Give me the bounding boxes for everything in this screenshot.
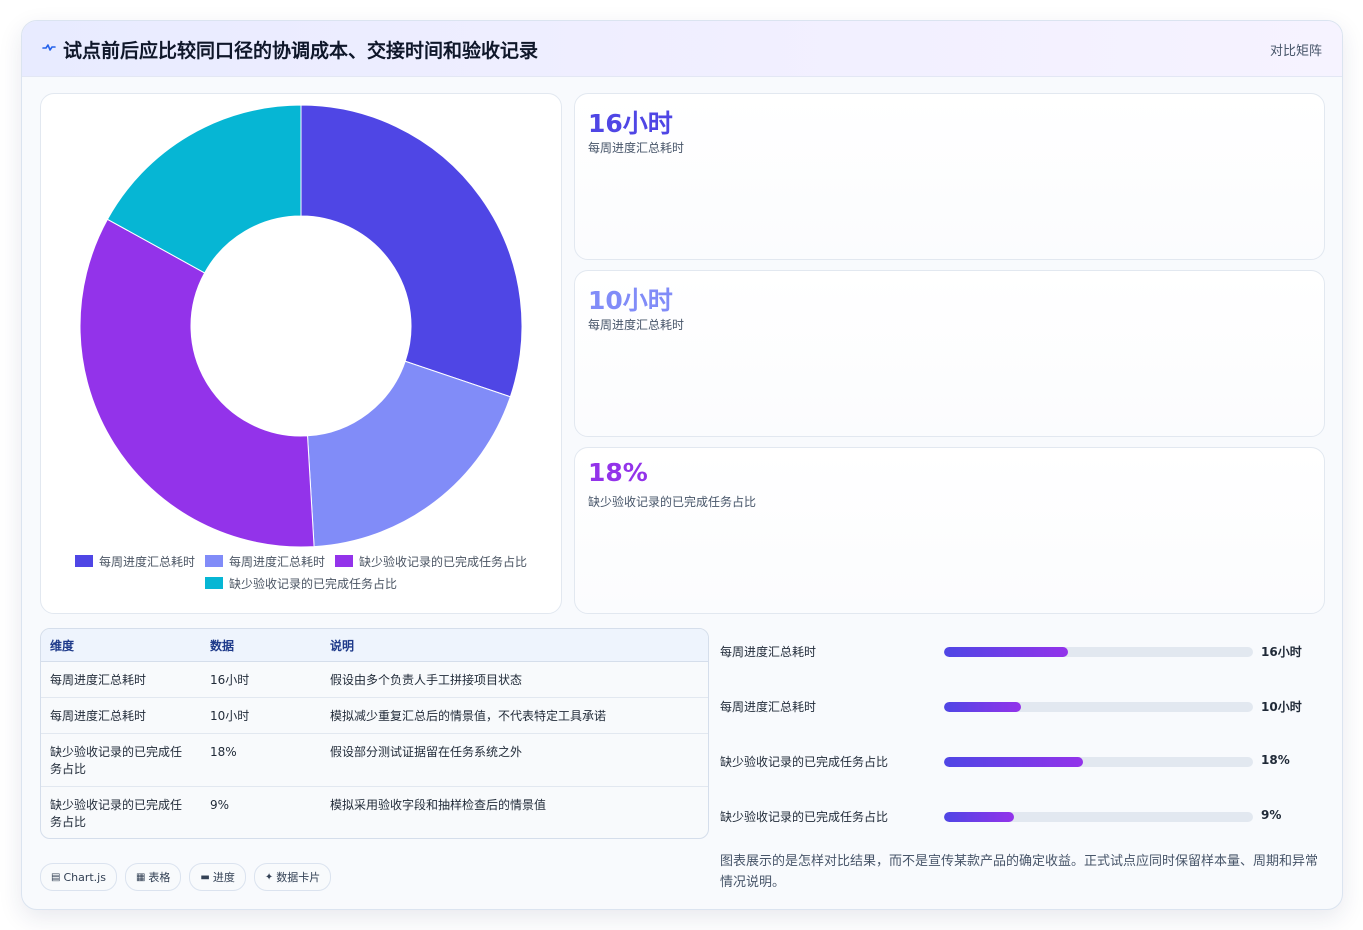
legend-item[interactable]: 每周进度汇总耗时 (204, 552, 325, 570)
chart-icon: ▤ (51, 871, 61, 883)
stat-value: 18% (588, 458, 648, 487)
stat-card: 18% 缺少验收记录的已完成任务占比 (574, 447, 1325, 614)
chip-chartjs[interactable]: ▤ Chart.js (40, 863, 117, 891)
chip-table[interactable]: ▦ 表格 (124, 863, 182, 891)
progress-row: 每周进度汇总耗时 16小时 (720, 641, 1320, 661)
column-header: 说明 (321, 629, 708, 662)
progress-track (944, 647, 1253, 657)
progress-value: 10小时 (1261, 700, 1302, 714)
progress-icon: ▬ (200, 871, 210, 883)
table-cell: 9% (210, 798, 230, 812)
progress-label: 缺少验收记录的已完成任务占比 (720, 755, 889, 769)
chip-progress[interactable]: ▬ 进度 (189, 863, 246, 891)
pie-slice[interactable] (300, 104, 523, 398)
sparkle-icon: ✦ (264, 871, 274, 883)
table-header-row: 维度 数据 说明 (41, 629, 708, 662)
progress-label: 每周进度汇总耗时 (720, 700, 817, 714)
pie-slice[interactable] (306, 360, 511, 548)
chip-label: 表格 (148, 871, 171, 884)
legend-label: 每周进度汇总耗时 (98, 554, 195, 569)
chip-label: Chart.js (63, 870, 106, 884)
progress-fill (944, 757, 1084, 767)
column-header: 维度 (41, 629, 201, 662)
progress-fill (944, 702, 1022, 712)
table-cell: 缺少验收记录的已完成任务占比 (50, 798, 183, 829)
dashboard-card: 试点前后应比较同口径的协调成本、交接时间和验收记录 对比矩阵 每周进度汇总耗时每… (21, 20, 1343, 910)
chart-legend: 每周进度汇总耗时 每周进度汇总耗时 缺少验收记录的已完成任务占比 缺少验收记录的已完成… (51, 552, 551, 592)
table-cell: 每周进度汇总耗时 (41, 697, 201, 734)
chip-label: 进度 (212, 871, 235, 884)
legend-swatch (204, 555, 223, 567)
progress-row: 缺少验收记录的已完成任务占比 18% (720, 751, 1320, 771)
table-row: 缺少验收记录的已完成任务占比 18% 假设部分测试证据留在任务系统之外 (41, 733, 708, 787)
table-cell: 16小时 (201, 661, 321, 698)
legend-item[interactable]: 每周进度汇总耗时 (74, 552, 195, 570)
card-header: 试点前后应比较同口径的协调成本、交接时间和验收记录 对比矩阵 (22, 21, 1342, 77)
legend-label: 每周进度汇总耗时 (228, 554, 325, 569)
column-header: 数据 (201, 629, 321, 662)
table-cell: 10小时 (201, 697, 321, 734)
table-cell: 模拟采用验收字段和抽样检查后的情景值 (330, 798, 547, 812)
legend-swatch (335, 555, 353, 567)
page-title: 试点前后应比较同口径的协调成本、交接时间和验收记录 (63, 40, 539, 62)
stat-value: 16小时 (588, 109, 673, 138)
chart-note: 图表展示的是怎样对比结果，而不是宣传某款产品的确定收益。正式试点应同时保留样本量… (720, 854, 1319, 890)
table-row: 每周进度汇总耗时 10小时 模拟减少重复汇总后的情景值，不代表特定工具承诺 (41, 697, 708, 734)
table-cell: 模拟减少重复汇总后的情景值，不代表特定工具承诺 (321, 697, 708, 734)
table-icon: ▦ (135, 871, 146, 883)
stat-label: 每周进度汇总耗时 (588, 141, 685, 155)
stat-card: 16小时 每周进度汇总耗时 (574, 93, 1325, 260)
doughnut-chart (79, 104, 523, 548)
table-row: 每周进度汇总耗时 16小时 假设由多个负责人手工拼接项目状态 (41, 661, 708, 698)
data-table-panel: 维度 数据 说明 每周进度汇总耗时 16小时 假设由多个负责人手工拼接项目状态 … (40, 628, 709, 839)
progress-track (944, 812, 1253, 822)
progress-value: 16小时 (1261, 645, 1302, 659)
chip-label: 数据卡片 (276, 871, 321, 884)
progress-label: 缺少验收记录的已完成任务占比 (720, 810, 889, 824)
table-row: 缺少验收记录的已完成任务占比 9% 模拟采用验收字段和抽样检查后的情景值 (41, 787, 708, 839)
table-cell: 假设由多个负责人手工拼接项目状态 (321, 661, 708, 698)
progress-track (944, 702, 1253, 712)
legend-item[interactable]: 缺少验收记录的已完成任务占比 (335, 552, 527, 570)
legend-swatch (204, 577, 223, 589)
pulse-icon (42, 44, 56, 51)
stat-label: 缺少验收记录的已完成任务占比 (588, 495, 757, 509)
table-cell: 缺少验收记录的已完成任务占比 (41, 733, 201, 787)
progress-label: 每周进度汇总耗时 (720, 645, 817, 659)
table-cell: 假设部分测试证据留在任务系统之外 (321, 733, 708, 787)
progress-row: 每周进度汇总耗时 10小时 (720, 696, 1320, 716)
header-tag: 对比矩阵 (1269, 44, 1322, 59)
legend-swatch (74, 555, 93, 567)
progress-value: 18% (1261, 753, 1290, 767)
progress-row: 缺少验收记录的已完成任务占比 9% (720, 806, 1320, 826)
table-cell: 每周进度汇总耗时 (41, 661, 201, 698)
progress-fill (944, 812, 1014, 822)
legend-item[interactable]: 缺少验收记录的已完成任务占比 (204, 574, 397, 592)
table-cell: 18% (201, 733, 321, 787)
data-table: 维度 数据 说明 每周进度汇总耗时 16小时 假设由多个负责人手工拼接项目状态 … (41, 629, 708, 839)
legend-label: 缺少验收记录的已完成任务占比 (359, 554, 528, 569)
progress-fill (944, 647, 1068, 657)
stat-value: 10小时 (588, 286, 673, 315)
legend-label: 缺少验收记录的已完成任务占比 (228, 576, 397, 591)
stat-label: 每周进度汇总耗时 (588, 318, 685, 332)
progress-value: 9% (1261, 808, 1282, 822)
pie-chart-panel: 每周进度汇总耗时 每周进度汇总耗时 缺少验收记录的已完成任务占比 缺少验收记录的已完成… (40, 93, 562, 614)
progress-track (944, 757, 1253, 767)
stat-card: 10小时 每周进度汇总耗时 (574, 270, 1325, 437)
feature-chips: ▤ Chart.js ▦ 表格 ▬ 进度 ✦ 数据卡片 (40, 863, 332, 891)
chip-data-cards[interactable]: ✦ 数据卡片 (253, 863, 332, 891)
